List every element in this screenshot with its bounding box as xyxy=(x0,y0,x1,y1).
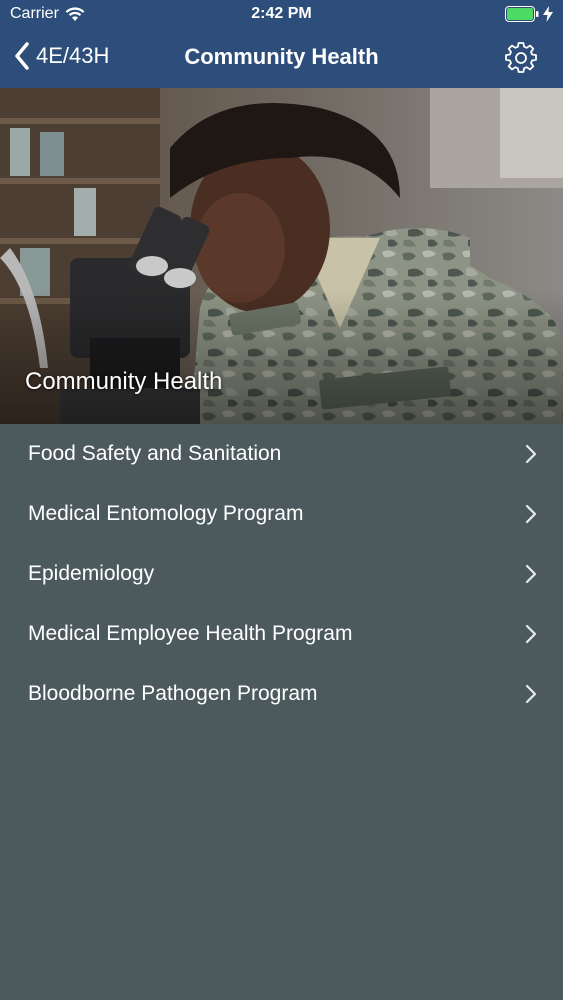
status-right xyxy=(505,6,553,22)
menu-item-label: Medical Employee Health Program xyxy=(28,622,353,645)
gear-icon[interactable] xyxy=(505,42,537,74)
menu-item-epidemiology[interactable]: Epidemiology xyxy=(0,544,563,604)
menu-item-label: Medical Entomology Program xyxy=(28,502,304,525)
program-menu: Food Safety and Sanitation Medical Entom… xyxy=(0,424,563,724)
chevron-right-icon xyxy=(525,684,537,704)
status-time: 2:42 PM xyxy=(251,5,312,22)
hero-caption: Community Health xyxy=(25,368,223,395)
menu-item-label: Bloodborne Pathogen Program xyxy=(28,682,318,705)
chevron-right-icon xyxy=(525,624,537,644)
menu-item-food-safety[interactable]: Food Safety and Sanitation xyxy=(0,424,563,484)
menu-item-bloodborne-pathogen[interactable]: Bloodborne Pathogen Program xyxy=(0,664,563,724)
chevron-right-icon xyxy=(525,504,537,524)
status-bar: Carrier 2:42 PM xyxy=(0,0,563,30)
chevron-right-icon xyxy=(525,564,537,584)
battery-icon xyxy=(505,6,539,22)
menu-item-medical-entomology[interactable]: Medical Entomology Program xyxy=(0,484,563,544)
app-screen: Carrier 2:42 PM 4E/43H Community Health … xyxy=(0,0,563,1000)
menu-item-medical-employee-health[interactable]: Medical Employee Health Program xyxy=(0,604,563,664)
menu-item-label: Food Safety and Sanitation xyxy=(28,442,282,465)
hero-image: Community Health xyxy=(0,88,563,424)
navigation-bar: 4E/43H Community Health xyxy=(0,30,563,88)
chevron-right-icon xyxy=(525,444,537,464)
page-title: Community Health xyxy=(184,44,379,69)
top-bar: Carrier 2:42 PM 4E/43H Community Health xyxy=(0,0,563,88)
charging-bolt-icon xyxy=(543,6,553,22)
menu-item-label: Epidemiology xyxy=(28,562,155,585)
